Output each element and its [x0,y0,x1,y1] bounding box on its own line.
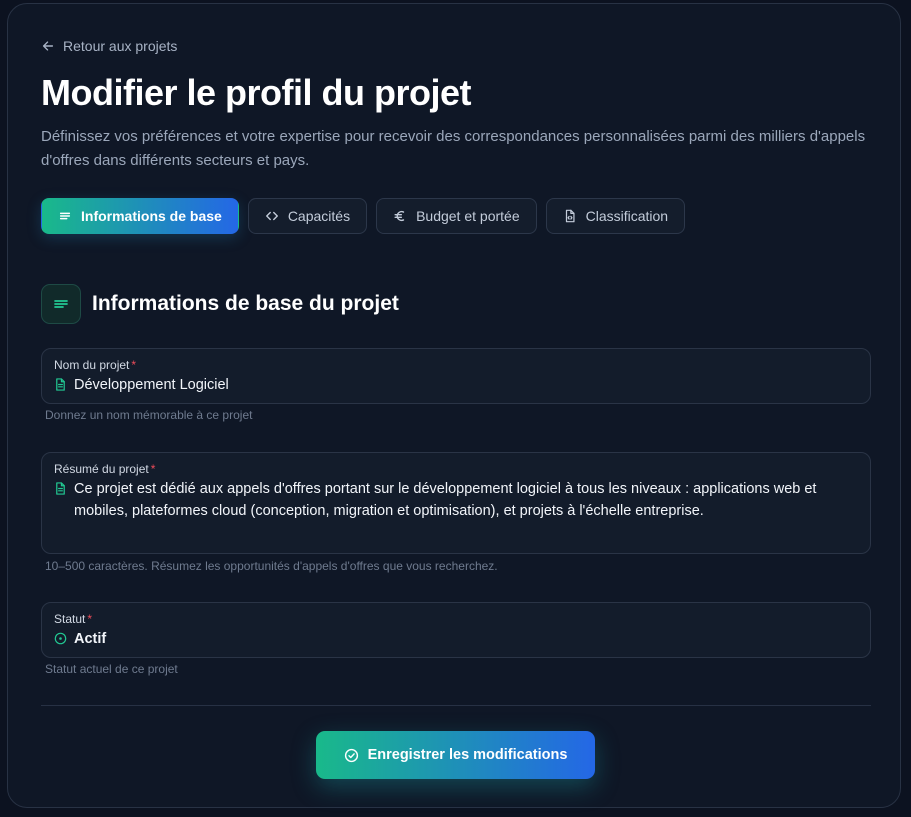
project-summary-helper: 10–500 caractères. Résumez les opportuni… [45,559,498,573]
file-code-icon [563,209,577,223]
save-button-label: Enregistrer les modifications [367,747,568,763]
project-status-field[interactable]: Statut * Actif [41,602,871,658]
project-status-label: Statut * [54,611,858,627]
project-status-helper: Statut actuel de ce projet [45,662,178,676]
field-label-text: Résumé du projet [54,462,149,476]
tab-label: Informations de base [81,208,222,224]
tab-bar: Informations de base Capacités Budget et… [41,198,686,234]
divider [41,705,871,706]
page-title: Modifier le profil du projet [41,72,472,113]
tab-capabilities[interactable]: Capacités [247,198,368,234]
required-mark: * [131,358,137,372]
field-label-text: Statut [54,612,86,626]
edit-project-card: Retour aux projets Modifier le profil du… [7,3,901,808]
project-name-helper: Donnez un nom mémorable à ce projet [45,408,253,422]
circle-dot-icon [54,628,67,645]
project-summary-field[interactable]: Résumé du projet * Ce projet est dédié au… [41,452,871,554]
tab-label: Classification [585,208,669,224]
tab-label: Budget et portée [416,208,520,224]
back-to-projects-link[interactable]: Retour aux projets [41,38,177,54]
euro-icon [393,209,407,223]
page-subtitle: Définissez vos préférences et votre expe… [41,128,866,169]
project-name-value: Développement Logiciel [74,377,229,393]
check-circle-icon [344,748,359,763]
document-icon [54,374,67,391]
tab-label: Capacités [287,208,351,224]
section-lines-icon [41,284,81,324]
project-name-field[interactable]: Nom du projet * Développement Logiciel [41,348,871,404]
tab-classification[interactable]: Classification [545,198,686,234]
field-label-text: Nom du projet [54,358,130,372]
back-link-label: Retour aux projets [63,38,178,54]
project-status-value: Actif [74,631,107,647]
project-summary-value: Ce projet est dédié aux appels d'offres … [74,481,817,519]
required-mark: * [87,612,93,626]
code-icon [265,209,279,223]
required-mark: * [150,462,156,476]
tab-basic-info[interactable]: Informations de base [41,198,239,234]
document-icon [54,478,67,495]
tab-budget-scope[interactable]: Budget et portée [376,198,537,234]
save-changes-button[interactable]: Enregistrer les modifications [316,731,595,779]
section-title: Informations de base du projet [92,292,399,315]
lines-icon [58,209,72,223]
arrow-left-icon [41,39,55,53]
project-name-label: Nom du projet * [54,357,858,373]
project-summary-label: Résumé du projet * [54,461,858,477]
